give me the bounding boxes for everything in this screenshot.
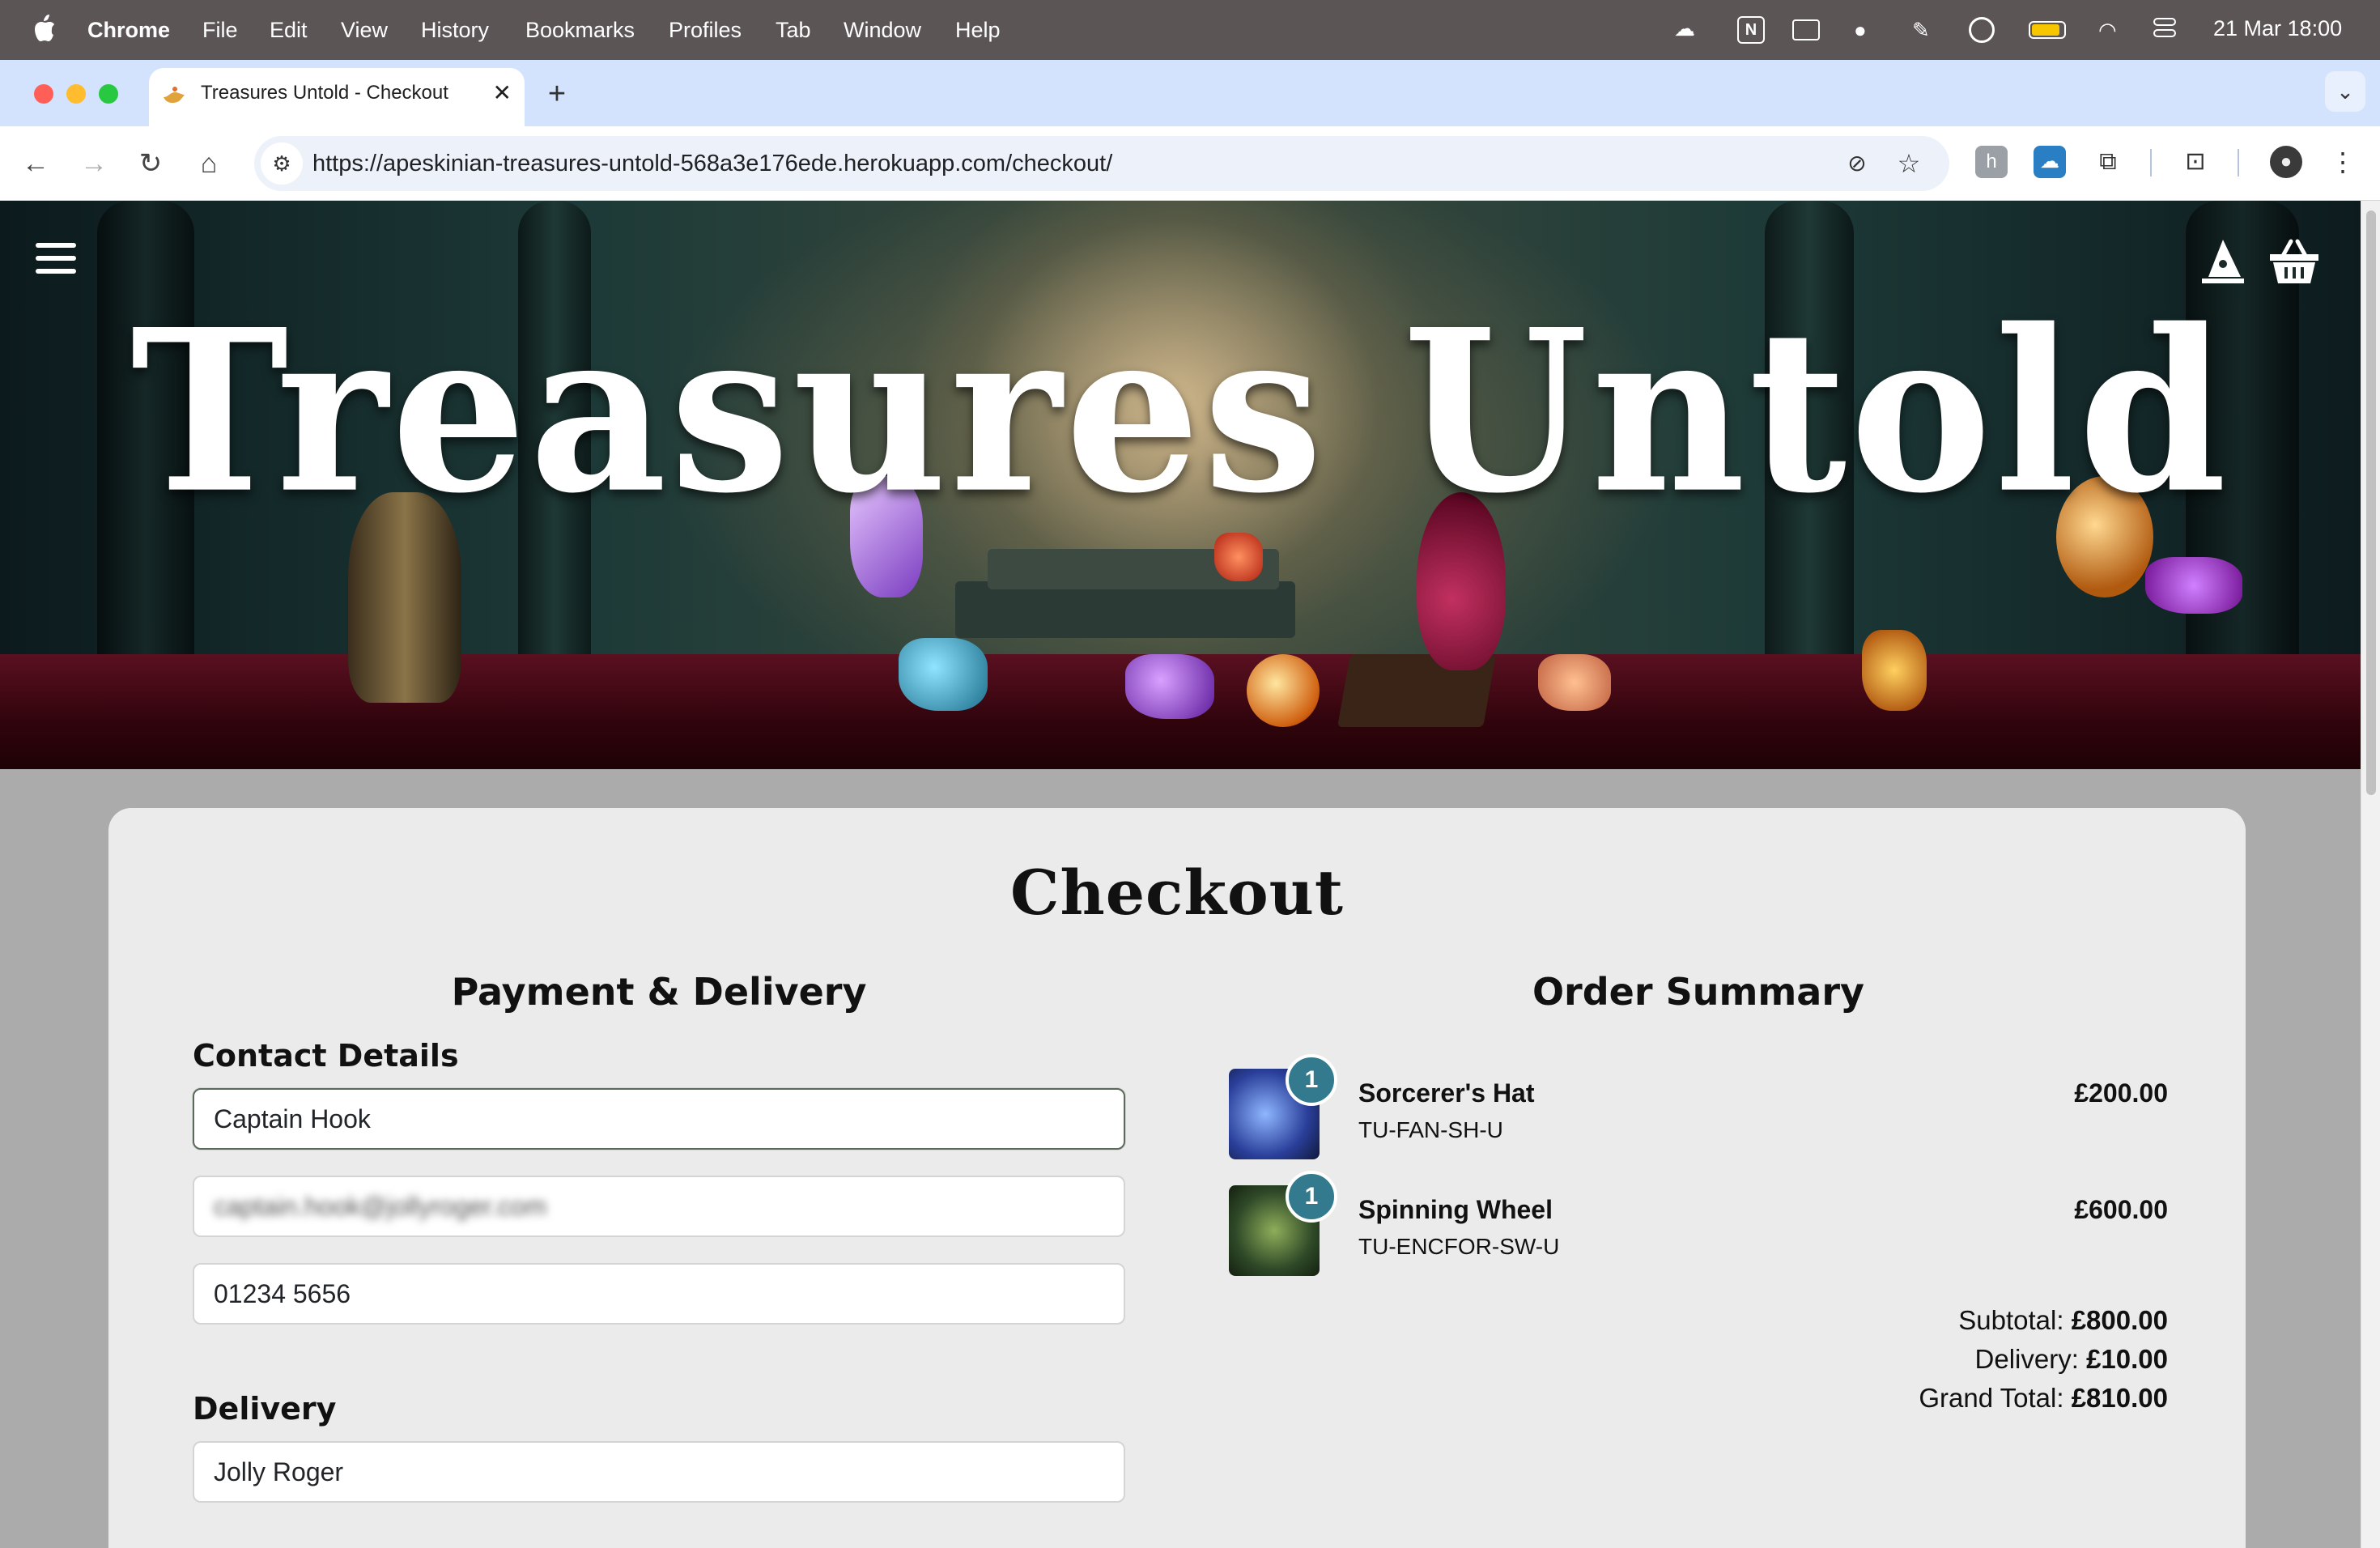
apple-icon[interactable] [32, 13, 57, 44]
quantity-badge: 1 [1286, 1054, 1337, 1106]
menu-history[interactable]: History [421, 0, 489, 60]
site-logo[interactable]: Treasures Untold [0, 283, 2361, 539]
delivery-value: £10.00 [2086, 1344, 2168, 1374]
close-tab-icon[interactable]: ✕ [493, 79, 512, 106]
macos-menu-bar: Chrome File Edit View History Bookmarks … [0, 0, 2380, 60]
item-sku: TU-FAN-SH-U [1358, 1117, 1503, 1142]
site-settings-icon[interactable]: ⚙ [261, 142, 303, 185]
focus-icon[interactable] [1969, 17, 1995, 43]
clock[interactable]: 21 Mar 18:00 [2213, 16, 2342, 40]
scrollbar-thumb[interactable] [2366, 211, 2376, 795]
eye-slash-icon[interactable]: ⊘ [1838, 144, 1876, 183]
item-name[interactable]: Spinning Wheel [1358, 1195, 1553, 1225]
subtotal-label: Subtotal: [1958, 1305, 2064, 1335]
new-tab-button[interactable]: + [541, 73, 573, 115]
subtotal-row: Subtotal: £800.00 [1485, 1305, 2168, 1336]
tab-title: Treasures Untold - Checkout [201, 82, 448, 104]
order-item[interactable]: 1 Sorcerer's Hat TU-FAN-SH-U £200.00 [1229, 1054, 2168, 1166]
battery-icon[interactable] [2029, 21, 2066, 39]
shopping-basket-icon[interactable] [2267, 236, 2322, 285]
reload-icon[interactable]: ↻ [130, 142, 172, 185]
toolbar-separator [2150, 149, 2152, 176]
bookmark-star-icon[interactable]: ☆ [1889, 144, 1928, 183]
extension-cloud-icon[interactable]: ☁ [2034, 146, 2066, 178]
menu-file[interactable]: File [202, 0, 238, 60]
tool-icon[interactable]: ✎ [1912, 18, 1930, 42]
tab-search-chevron-icon[interactable]: ⌄ [2325, 71, 2365, 112]
menu-edit[interactable]: Edit [270, 0, 308, 60]
item-price: £600.00 [2074, 1195, 2168, 1224]
purple-gem [1125, 654, 1214, 719]
menu-app-name[interactable]: Chrome [87, 0, 170, 60]
chrome-menu-kebab-icon[interactable]: ⋮ [2327, 146, 2359, 178]
grand-total-row: Grand Total: £810.00 [1485, 1383, 2168, 1414]
cloud-icon[interactable]: ☁ [1674, 16, 1695, 40]
delivery-label: Delivery: [1974, 1344, 2079, 1374]
order-item[interactable]: 1 Spinning Wheel TU-ENCFOR-SW-U £600.00 [1229, 1171, 2168, 1282]
close-window-button[interactable] [34, 84, 53, 104]
hero-banner: Treasures Untold [0, 201, 2361, 769]
tab-checkout[interactable]: Treasures Untold - Checkout ✕ [149, 68, 525, 126]
notion-icon[interactable]: N [1737, 16, 1765, 44]
back-arrow-icon[interactable]: ← [15, 142, 57, 185]
item-name[interactable]: Sorcerer's Hat [1358, 1078, 1535, 1108]
menu-bookmarks[interactable]: Bookmarks [525, 0, 635, 60]
book-stack [955, 581, 1295, 638]
toolbar-separator [2238, 149, 2239, 176]
subtotal-value: £800.00 [2071, 1305, 2168, 1335]
page-scrollbar[interactable] [2361, 201, 2380, 1548]
candle [1538, 654, 1611, 711]
calendar-icon[interactable] [1792, 19, 1820, 40]
control-center-icon[interactable] [2153, 18, 2176, 40]
quantity-badge: 1 [1286, 1171, 1337, 1223]
menu-profiles[interactable]: Profiles [669, 0, 742, 60]
hamburger-menu-icon[interactable] [36, 243, 76, 277]
grand-total-value: £810.00 [2071, 1383, 2168, 1413]
orb [1247, 654, 1320, 727]
order-summary-panel: 1 Sorcerer's Hat TU-FAN-SH-U £200.00 1 S… [108, 808, 2246, 1537]
extensions-puzzle-icon[interactable]: ⧉ [2092, 146, 2124, 178]
minimize-window-button[interactable] [66, 84, 86, 104]
extension-h-icon[interactable]: h [1975, 146, 2008, 178]
wizard-hat-account-icon[interactable] [2199, 236, 2247, 285]
delivery-row: Delivery: £10.00 [1485, 1344, 2168, 1375]
wifi-icon[interactable]: ◠ [2098, 18, 2117, 42]
url-text[interactable]: https://apeskinian-treasures-untold-568a… [312, 136, 1112, 191]
profile-avatar[interactable]: ● [2270, 146, 2302, 178]
item-sku: TU-ENCFOR-SW-U [1358, 1234, 1560, 1259]
purple-flowers [2145, 557, 2242, 614]
glass-goblet [1862, 630, 1927, 711]
home-icon[interactable]: ⌂ [188, 142, 230, 185]
address-bar[interactable]: ⚙ https://apeskinian-treasures-untold-56… [254, 136, 1949, 191]
blue-gem [899, 638, 988, 711]
grand-total-label: Grand Total: [1919, 1383, 2064, 1413]
menu-tab[interactable]: Tab [776, 0, 811, 60]
screenshot-icon[interactable]: ⊡ [2179, 146, 2212, 178]
zoom-window-button[interactable] [99, 84, 118, 104]
menu-help[interactable]: Help [955, 0, 1001, 60]
item-price: £200.00 [2074, 1078, 2168, 1108]
lamp-favicon-icon [164, 87, 185, 103]
menu-view[interactable]: View [341, 0, 388, 60]
menu-window[interactable]: Window [844, 0, 921, 60]
forward-arrow-icon[interactable]: → [73, 142, 115, 185]
hat-icon[interactable]: ● [1854, 18, 1867, 42]
